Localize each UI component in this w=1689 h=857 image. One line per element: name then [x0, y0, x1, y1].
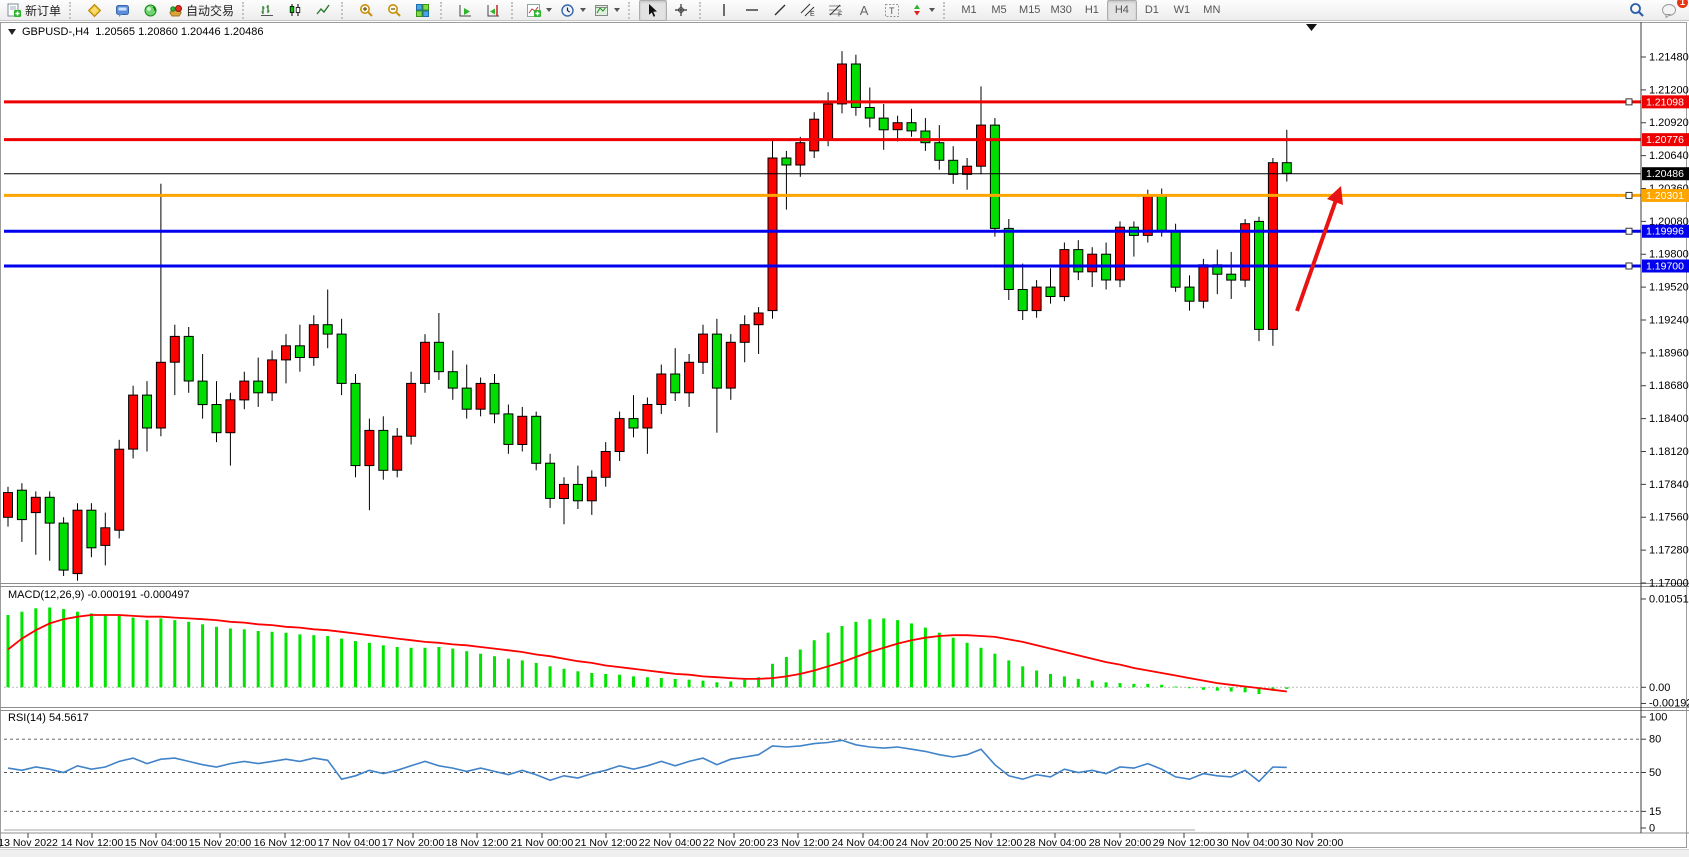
line-handle: [1626, 99, 1632, 105]
time-axis-label: 18 Nov 12:00: [446, 837, 509, 849]
time-axis-label: 23 Nov 12:00: [767, 837, 830, 849]
rsi-axis-label: 0: [1649, 823, 1655, 835]
time-axis-label: 21 Nov 00:00: [511, 837, 574, 849]
ohlc-readout: 1.20565 1.20860 1.20446 1.20486: [95, 26, 263, 38]
price-axis-tick-label: 1.18680: [1649, 380, 1689, 392]
macd-histogram: [7, 608, 1289, 695]
price-badge-label: 1.20486: [1646, 168, 1684, 180]
price-axis-tick-label: 1.21200: [1649, 84, 1689, 96]
time-axis-label: 30 Nov 04:00: [1217, 837, 1280, 849]
trend-arrow-annotation: [1297, 200, 1336, 311]
rsi-indicator-label: RSI(14) 54.5617: [8, 712, 89, 724]
time-axis-label: 29 Nov 12:00: [1153, 837, 1216, 849]
time-axis-label: 13 Nov 2022: [0, 837, 58, 849]
rsi-line: [8, 740, 1287, 781]
price-badge-label: 1.19700: [1646, 260, 1684, 272]
line-handle: [1626, 192, 1632, 198]
price-axis-tick-label: 1.19240: [1649, 314, 1689, 326]
macd-axis-label: 0.01051: [1649, 593, 1689, 605]
time-axis-label: 16 Nov 12:00: [254, 837, 317, 849]
time-axis-label: 17 Nov 04:00: [318, 837, 381, 849]
price-axis-tick-label: 1.17560: [1649, 512, 1689, 524]
line-handle: [1626, 263, 1632, 269]
collapse-triangle-icon[interactable]: [8, 29, 16, 35]
price-axis-tick-label: 1.17000: [1649, 577, 1689, 589]
time-axis-label: 30 Nov 20:00: [1281, 837, 1344, 849]
time-axis-label: 24 Nov 04:00: [832, 837, 895, 849]
time-axis-label: 22 Nov 20:00: [703, 837, 766, 849]
rsi-axis-label: 15: [1649, 806, 1661, 818]
candlestick-series: [4, 51, 1292, 581]
time-axis-label: 22 Nov 04:00: [639, 837, 702, 849]
mt4-application: 新订单: [0, 0, 1689, 857]
time-axis-label: 21 Nov 12:00: [575, 837, 638, 849]
rsi-axis-label: 80: [1649, 734, 1661, 746]
chart-title: GBPUSD-,H4 1.20565 1.20860 1.20446 1.204…: [8, 26, 263, 38]
price-axis-tick-label: 1.18960: [1649, 347, 1689, 359]
line-handle: [1626, 228, 1632, 234]
time-axis-label: 28 Nov 04:00: [1024, 837, 1087, 849]
price-badge-label: 1.19996: [1646, 226, 1684, 238]
rsi-axis-label: 50: [1649, 767, 1661, 779]
time-axis-label: 17 Nov 20:00: [382, 837, 445, 849]
time-axis-label: 14 Nov 12:00: [61, 837, 124, 849]
price-axis-tick-label: 1.21480: [1649, 52, 1689, 64]
chart-canvas[interactable]: 1.214801.212001.209201.206401.203601.200…: [0, 0, 1689, 857]
price-axis-tick-label: 1.19800: [1649, 249, 1689, 261]
macd-axis-label: 0.00: [1649, 682, 1670, 694]
price-badge-label: 1.20776: [1646, 134, 1684, 146]
time-axis-label: 28 Nov 20:00: [1089, 837, 1152, 849]
macd-axis-label: -0.001924: [1649, 698, 1689, 710]
rsi-axis-label: 100: [1649, 712, 1667, 724]
price-badge-label: 1.21098: [1646, 96, 1684, 108]
price-badge-label: 1.20301: [1646, 190, 1684, 202]
time-axis-label: 24 Nov 20:00: [896, 837, 959, 849]
time-axis-label: 15 Nov 20:00: [189, 837, 252, 849]
price-axis-tick-label: 1.18400: [1649, 413, 1689, 425]
time-axis-label: 25 Nov 12:00: [960, 837, 1023, 849]
macd-indicator-label: MACD(12,26,9) -0.000191 -0.000497: [8, 589, 190, 601]
symbol-period-label: GBPUSD-,H4: [22, 26, 89, 38]
chart-shift-marker-icon: [1306, 24, 1317, 31]
price-axis-tick-label: 1.20640: [1649, 150, 1689, 162]
price-axis-tick-label: 1.17840: [1649, 479, 1689, 491]
price-axis-tick-label: 1.20920: [1649, 117, 1689, 129]
price-axis-tick-label: 1.18120: [1649, 446, 1689, 458]
price-axis-tick-label: 1.17280: [1649, 545, 1689, 557]
time-axis-label: 15 Nov 04:00: [125, 837, 188, 849]
horizontal-scrollbar[interactable]: [0, 849, 1689, 857]
price-axis-tick-label: 1.19520: [1649, 282, 1689, 294]
